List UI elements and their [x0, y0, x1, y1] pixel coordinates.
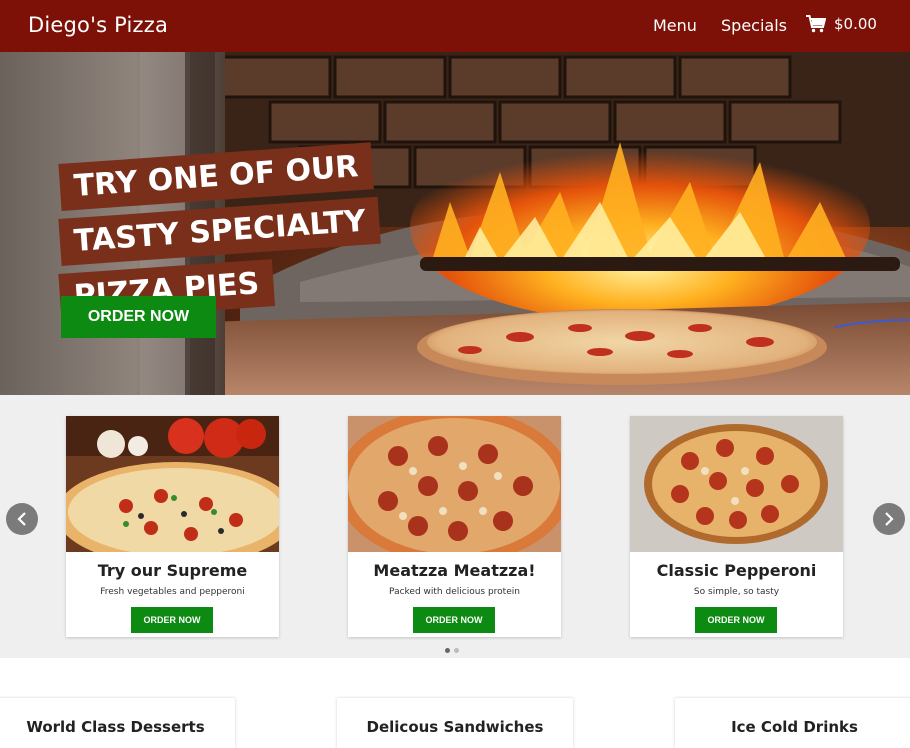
hero-order-now-button[interactable]: ORDER NOW — [61, 296, 216, 338]
carousel-card-meatzza: Meatzza Meatzza! Packed with delicious p… — [348, 416, 561, 637]
shopping-cart-icon — [806, 15, 826, 33]
card-subtitle: Packed with delicious protein — [389, 587, 520, 597]
card-title: Classic Pepperoni — [656, 561, 817, 580]
meatzza-pizza-image — [348, 416, 561, 552]
carousel-card-pepperoni: Classic Pepperoni So simple, so tasty OR… — [630, 416, 843, 637]
carousel-next-button[interactable] — [873, 503, 905, 535]
nav-specials-link[interactable]: Specials — [721, 16, 787, 35]
pepperoni-order-now-button[interactable]: ORDER NOW — [695, 607, 777, 633]
cart-button[interactable]: $0.00 — [806, 15, 877, 33]
chevron-left-icon — [17, 512, 26, 526]
carousel-prev-button[interactable] — [6, 503, 38, 535]
specials-carousel: Try our Supreme Fresh vegetables and pep… — [0, 395, 910, 658]
meatzza-order-now-button[interactable]: ORDER NOW — [413, 607, 495, 633]
card-subtitle: So simple, so tasty — [693, 587, 780, 597]
card-subtitle: Fresh vegetables and pepperoni — [100, 587, 245, 597]
pepperoni-pizza-image — [630, 416, 843, 552]
navbar: Diego's Pizza Menu Specials $0.00 — [0, 0, 910, 52]
feature-desserts-label: World Class Desserts — [26, 718, 205, 736]
carousel-dot-1[interactable] — [445, 648, 450, 653]
carousel-dot-2[interactable] — [454, 648, 459, 653]
hero-banner: TRY ONE OF OUR TASTY SPECIALTY PIZZA PIE… — [0, 52, 910, 395]
chevron-right-icon — [885, 512, 894, 526]
feature-drinks[interactable]: Ice Cold Drinks — [675, 698, 910, 748]
feature-sandwiches[interactable]: Delicous Sandwiches — [337, 698, 573, 748]
feature-drinks-label: Ice Cold Drinks — [731, 718, 858, 736]
brand-logo[interactable]: Diego's Pizza — [28, 13, 168, 37]
card-title: Try our Supreme — [97, 561, 248, 580]
cart-total: $0.00 — [834, 15, 877, 33]
nav-menu-link[interactable]: Menu — [653, 16, 697, 35]
feature-sandwiches-label: Delicous Sandwiches — [366, 718, 544, 736]
supreme-order-now-button[interactable]: ORDER NOW — [131, 607, 213, 633]
carousel-indicators — [445, 648, 459, 653]
card-title: Meatzza Meatzza! — [373, 561, 536, 580]
feature-desserts[interactable]: World Class Desserts — [0, 698, 235, 748]
supreme-pizza-image — [66, 416, 279, 552]
carousel-card-supreme: Try our Supreme Fresh vegetables and pep… — [66, 416, 279, 637]
